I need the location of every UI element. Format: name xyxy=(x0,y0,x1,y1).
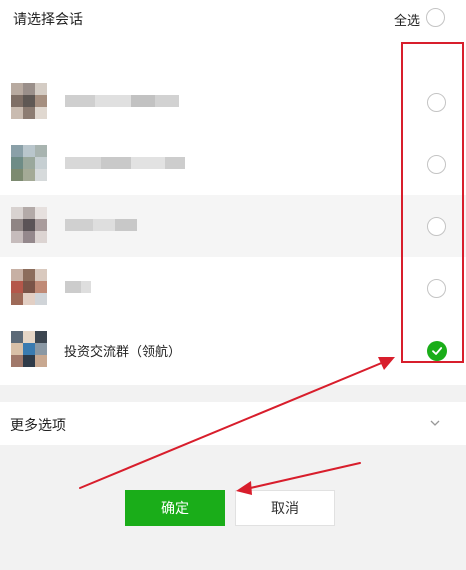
select-radio[interactable] xyxy=(427,93,446,112)
select-radio[interactable] xyxy=(427,279,446,298)
contact-name-blurred xyxy=(65,157,185,169)
list-item[interactable] xyxy=(0,133,466,195)
select-all-label[interactable]: 全选 xyxy=(394,10,420,29)
list-item[interactable] xyxy=(0,71,466,133)
avatar xyxy=(11,207,47,243)
confirm-button[interactable]: 确定 xyxy=(125,490,225,526)
more-options-row[interactable]: 更多选项 xyxy=(0,402,466,445)
select-radio[interactable] xyxy=(427,155,446,174)
avatar xyxy=(11,269,47,305)
session-picker-panel: 投资交流群（领航） 请选择会话 全选 xyxy=(0,0,466,385)
contact-name-blurred xyxy=(65,95,179,107)
avatar xyxy=(11,145,47,181)
cancel-button[interactable]: 取消 xyxy=(235,490,335,526)
list-item[interactable]: 投资交流群（领航） xyxy=(0,319,466,381)
avatar xyxy=(11,83,47,119)
contact-name: 投资交流群（领航） xyxy=(64,345,182,360)
page-title: 请选择会话 xyxy=(13,12,83,28)
select-radio[interactable] xyxy=(427,217,446,236)
list-item[interactable] xyxy=(0,195,466,257)
check-icon xyxy=(432,347,443,355)
select-all-radio[interactable] xyxy=(426,8,445,27)
chevron-down-icon xyxy=(430,420,440,426)
dialog-header: 请选择会话 全选 xyxy=(0,0,466,38)
contact-name-blurred xyxy=(65,281,91,293)
contact-name-blurred xyxy=(65,219,137,231)
annotation-arrow-to-confirm xyxy=(245,462,361,490)
selected-radio[interactable] xyxy=(427,341,447,361)
group-avatar xyxy=(11,331,47,367)
more-options-label: 更多选项 xyxy=(10,418,66,434)
list-item[interactable] xyxy=(0,257,466,319)
